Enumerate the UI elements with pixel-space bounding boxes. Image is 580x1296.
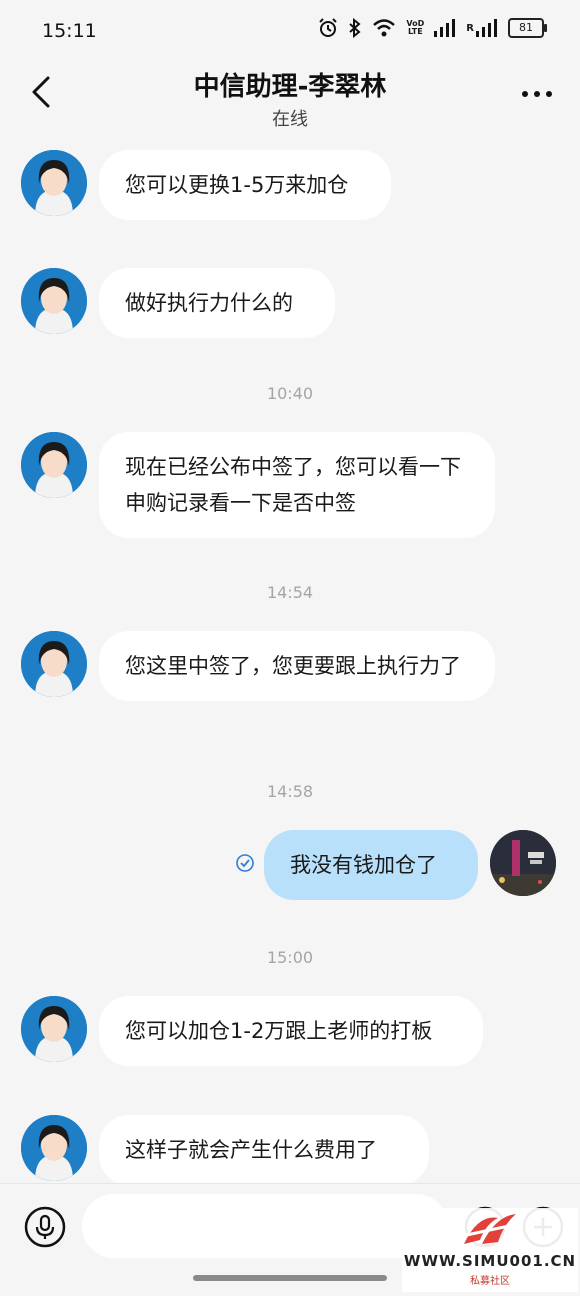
message-input[interactable] <box>82 1194 448 1258</box>
message-bubble[interactable]: 我没有钱加仓了 <box>264 830 478 900</box>
message-bubble[interactable]: 您这里中签了，您更要跟上执行力了 <box>99 631 495 701</box>
chat-header: 中信助理-李翠林 在线 <box>0 58 580 138</box>
avatar[interactable] <box>490 830 556 896</box>
home-indicator[interactable] <box>193 1275 387 1281</box>
message-received: 您这里中签了，您更要跟上执行力了 <box>0 631 580 743</box>
read-receipt-icon <box>236 854 254 872</box>
chat-title: 中信助理-李翠林 <box>193 72 387 102</box>
avatar[interactable] <box>21 268 87 334</box>
avatar[interactable] <box>21 150 87 216</box>
bluetooth-icon <box>349 18 361 38</box>
message-bubble[interactable]: 现在已经公布中签了，您可以看一下申购记录看一下是否中签 <box>99 432 495 538</box>
avatar[interactable] <box>21 631 87 697</box>
network-type-label: VoD LTE <box>406 19 425 36</box>
status-time: 15:11 <box>42 20 97 42</box>
battery-icon: 81 <box>508 18 547 38</box>
message-bubble[interactable]: 您可以更换1-5万来加仓 <box>99 150 391 220</box>
message-received: 这样子就会产生什么费用了 <box>0 1115 580 1183</box>
message-received: 做好执行力什么的 <box>0 268 580 348</box>
message-timestamp: 14:58 <box>266 782 314 801</box>
message-bubble[interactable]: 您可以加仓1-2万跟上老师的打板 <box>99 996 483 1066</box>
microphone-icon <box>24 1206 66 1248</box>
avatar[interactable] <box>21 996 87 1062</box>
message-timestamp: 15:00 <box>266 948 314 967</box>
message-timestamp: 10:40 <box>266 384 314 403</box>
watermark-text: WWW.SIMU001.CN <box>403 1252 577 1270</box>
message-received: 现在已经公布中签了，您可以看一下申购记录看一下是否中签 <box>0 432 580 544</box>
wifi-icon <box>373 19 396 37</box>
voice-button[interactable] <box>24 1206 66 1248</box>
more-icon <box>522 91 552 97</box>
watermark-subtext: 私募社区 <box>470 1276 510 1287</box>
message-received: 您可以加仓1-2万跟上老师的打板 <box>0 996 580 1076</box>
avatar[interactable] <box>21 1115 87 1181</box>
online-status: 在线 <box>272 109 308 130</box>
message-bubble[interactable]: 这样子就会产生什么费用了 <box>99 1115 429 1183</box>
watermark-logo-icon <box>461 1214 519 1244</box>
message-bubble[interactable]: 做好执行力什么的 <box>99 268 335 338</box>
signal-icon <box>476 19 497 37</box>
watermark: WWW.SIMU001.CN 私募社区 <box>402 1208 578 1292</box>
avatar[interactable] <box>21 432 87 498</box>
status-bar: 15:11 VoD LTE R 81 <box>0 0 580 60</box>
status-icons: VoD LTE R 81 <box>318 18 547 38</box>
message-timestamp: 14:54 <box>266 583 314 602</box>
roaming-label: R <box>466 22 474 34</box>
signal-icon <box>434 19 456 37</box>
more-button[interactable] <box>520 86 554 100</box>
alarm-icon <box>319 18 338 37</box>
message-received: 您可以更换1-5万来加仓 <box>0 150 580 230</box>
message-list[interactable]: 您可以更换1-5万来加仓 做好执行力什么的 10:40 现在已经公布中签了，您可… <box>0 138 580 1183</box>
message-sent: 我没有钱加仓了 <box>0 830 580 910</box>
